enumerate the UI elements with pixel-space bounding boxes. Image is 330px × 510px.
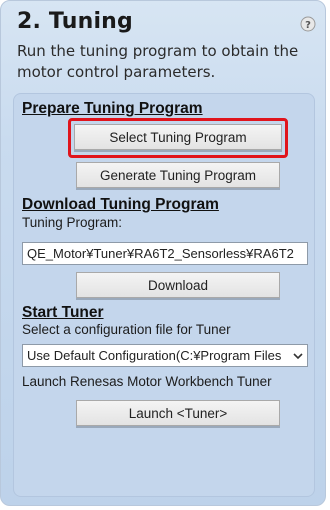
tuning-content-area: Prepare Tuning Program Select Tuning Pro… [13, 93, 315, 497]
launch-tuner-label: Launch Renesas Motor Workbench Tuner [22, 374, 272, 389]
config-file-select[interactable]: Use Default Configuration(C:¥Program Fil… [22, 344, 308, 367]
question-circle-icon[interactable]: ? [299, 15, 317, 33]
tuning-program-path-field[interactable]: QE_Motor¥Tuner¥RA6T2_Sensorless¥RA6T2 [22, 242, 308, 265]
highlight-box [68, 118, 288, 158]
prepare-section-title: Prepare Tuning Program [22, 100, 203, 117]
download-button[interactable]: Download [76, 272, 280, 298]
start-tuner-section-title: Start Tuner [22, 304, 104, 321]
panel-title: 2. Tuning [17, 9, 133, 34]
tuning-panel: 2. Tuning ? Run the tuning program to ob… [0, 0, 326, 506]
svg-text:?: ? [305, 20, 311, 31]
config-file-selected-value: Use Default Configuration(C:¥Program Fil… [27, 348, 282, 363]
tuning-program-label: Tuning Program: [22, 215, 123, 230]
download-section-title: Download Tuning Program [22, 196, 219, 213]
panel-header: 2. Tuning ? Run the tuning program to ob… [1, 1, 327, 93]
generate-tuning-program-button[interactable]: Generate Tuning Program [76, 162, 280, 188]
panel-description: Run the tuning program to obtain the mot… [17, 42, 299, 81]
launch-tuner-button[interactable]: Launch <Tuner> [76, 400, 280, 426]
config-file-label: Select a configuration file for Tuner [22, 322, 231, 337]
chevron-down-icon[interactable] [289, 352, 307, 360]
